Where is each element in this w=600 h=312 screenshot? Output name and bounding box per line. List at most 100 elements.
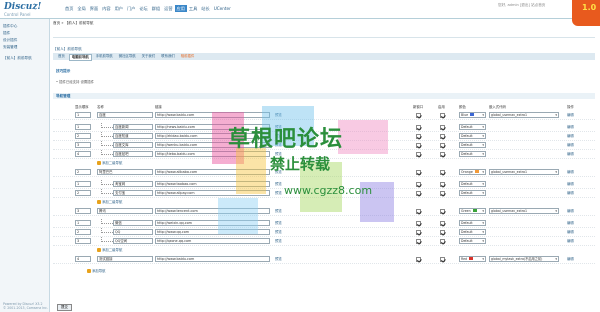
name-input[interactable]: 百度 — [97, 112, 153, 118]
order-input[interactable]: 2 — [75, 190, 91, 196]
edit-link[interactable]: 编辑 — [567, 190, 574, 196]
enable-checkbox[interactable] — [440, 257, 445, 262]
name-input[interactable]: 腾讯 — [97, 208, 153, 214]
order-input[interactable]: 3 — [75, 208, 91, 214]
nav-item[interactable]: 用户 — [113, 5, 125, 12]
edit-link[interactable]: 编辑 — [567, 151, 574, 157]
tab-item[interactable]: 首页 — [56, 54, 67, 61]
newwin-checkbox[interactable] — [416, 230, 421, 235]
add-nav-link[interactable]: 添加导航 — [87, 268, 106, 274]
sidebar-item-design-plugin[interactable]: 设计插件 — [0, 37, 49, 44]
newwin-checkbox[interactable] — [416, 191, 421, 196]
enable-checkbox[interactable] — [440, 221, 445, 226]
tab-item[interactable]: 关于我们 — [140, 54, 158, 61]
order-input[interactable]: 2 — [75, 229, 91, 235]
name-input[interactable]: 微信 — [113, 220, 153, 226]
preview-link[interactable]: 预览 — [275, 208, 282, 214]
order-input[interactable]: 2 — [75, 169, 91, 175]
color-select[interactable]: Orange — [459, 169, 486, 175]
edit-link[interactable]: 编辑 — [567, 142, 574, 148]
url-input[interactable]: http://www.baidu.com — [155, 256, 270, 262]
color-select[interactable]: Red — [459, 256, 486, 262]
enable-checkbox[interactable] — [440, 143, 445, 148]
code-select[interactable]: global_mytask_extra(不启用之前) — [489, 256, 559, 262]
nav-item[interactable]: 运营 — [162, 5, 174, 12]
preview-link[interactable]: 预览 — [275, 229, 282, 235]
newwin-checkbox[interactable] — [416, 143, 421, 148]
nav-item[interactable]: 界面 — [88, 5, 100, 12]
newwin-checkbox[interactable] — [416, 170, 421, 175]
order-input[interactable]: 2 — [75, 133, 91, 139]
color-select[interactable]: Default — [459, 238, 486, 244]
submit-button[interactable]: 提交 — [57, 304, 72, 311]
color-select[interactable]: Default — [459, 229, 486, 235]
enable-checkbox[interactable] — [440, 125, 445, 130]
name-input[interactable]: 阿里巴巴 — [97, 169, 153, 175]
newwin-checkbox[interactable] — [416, 182, 421, 187]
nav-item[interactable]: 首页 — [63, 5, 75, 12]
enable-checkbox[interactable] — [440, 209, 445, 214]
sidebar-item-install-manage[interactable]: 安装管理 — [0, 44, 49, 51]
user-area[interactable]: 您好, admin [退出] 站点首页 — [498, 3, 545, 8]
newwin-checkbox[interactable] — [416, 134, 421, 139]
edit-link[interactable]: 编辑 — [567, 133, 574, 139]
enable-checkbox[interactable] — [440, 170, 445, 175]
color-select[interactable]: Default — [459, 181, 486, 187]
nav-item[interactable]: UCenter — [212, 5, 233, 12]
newwin-checkbox[interactable] — [416, 221, 421, 226]
enable-checkbox[interactable] — [440, 230, 445, 235]
order-input[interactable]: 1 — [75, 124, 91, 130]
newwin-checkbox[interactable] — [416, 113, 421, 118]
edit-link[interactable]: 编辑 — [567, 256, 574, 262]
enable-checkbox[interactable] — [440, 239, 445, 244]
order-input[interactable]: 3 — [75, 142, 91, 148]
tab-item[interactable]: 联系我们 — [159, 54, 177, 61]
url-input[interactable]: http://qzone.qq.com — [155, 238, 270, 244]
color-select[interactable]: Default — [459, 133, 486, 139]
tab-item[interactable]: 电脑前导航 — [68, 54, 92, 61]
newwin-checkbox[interactable] — [416, 209, 421, 214]
preview-link[interactable]: 预览 — [275, 190, 282, 196]
name-input[interactable]: 百度文库 — [113, 142, 153, 148]
order-input[interactable]: 4 — [75, 256, 91, 262]
edit-link[interactable]: 编辑 — [567, 169, 574, 175]
nav-item[interactable]: 站长 — [199, 5, 211, 12]
tab-item[interactable]: 相前插件 — [179, 54, 197, 61]
edit-link[interactable]: 编辑 — [567, 229, 574, 235]
order-input[interactable]: 1 — [75, 220, 91, 226]
edit-link[interactable]: 编辑 — [567, 208, 574, 214]
enable-checkbox[interactable] — [440, 113, 445, 118]
edit-link[interactable]: 编辑 — [567, 220, 574, 226]
name-input[interactable]: 百度新闻 — [113, 124, 153, 130]
code-select[interactable]: global_usernav_extra1 — [489, 112, 559, 118]
order-input[interactable]: 1 — [75, 112, 91, 118]
order-input[interactable]: 3 — [75, 238, 91, 244]
enable-checkbox[interactable] — [440, 191, 445, 196]
order-input[interactable]: 1 — [75, 181, 91, 187]
nav-item[interactable]: 群组 — [150, 5, 162, 12]
code-select[interactable]: global_usernav_extra1 — [489, 169, 559, 175]
edit-link[interactable]: 编辑 — [567, 124, 574, 130]
add-nav-link[interactable]: 添加二级导航 — [97, 199, 122, 205]
color-select[interactable]: Default — [459, 142, 486, 148]
name-input[interactable]: 淘宝网 — [113, 181, 153, 187]
preview-link[interactable]: 预览 — [275, 256, 282, 262]
name-input[interactable]: QQ — [113, 229, 153, 235]
name-input[interactable]: QQ空间 — [113, 238, 153, 244]
logo[interactable]: Discuz! Control Panel — [4, 3, 41, 18]
enable-checkbox[interactable] — [440, 134, 445, 139]
color-select[interactable]: Default — [459, 190, 486, 196]
sidebar-item-plugin-center[interactable]: 插件中心 — [0, 23, 49, 30]
nav-item[interactable]: 应用 — [174, 5, 187, 12]
nav-item[interactable]: 门户 — [125, 5, 137, 12]
edit-link[interactable]: 编辑 — [567, 181, 574, 187]
edit-link[interactable]: 编辑 — [567, 112, 574, 118]
preview-link[interactable]: 预览 — [275, 238, 282, 244]
enable-checkbox[interactable] — [440, 152, 445, 157]
color-select[interactable]: Green — [459, 208, 486, 214]
color-select[interactable]: Default — [459, 220, 486, 226]
name-input[interactable]: 支付宝 — [113, 190, 153, 196]
add-nav-link[interactable]: 添加二级导航 — [97, 247, 122, 253]
nav-item[interactable]: 全局 — [75, 5, 87, 12]
name-input[interactable]: 百度贴吧 — [113, 151, 153, 157]
